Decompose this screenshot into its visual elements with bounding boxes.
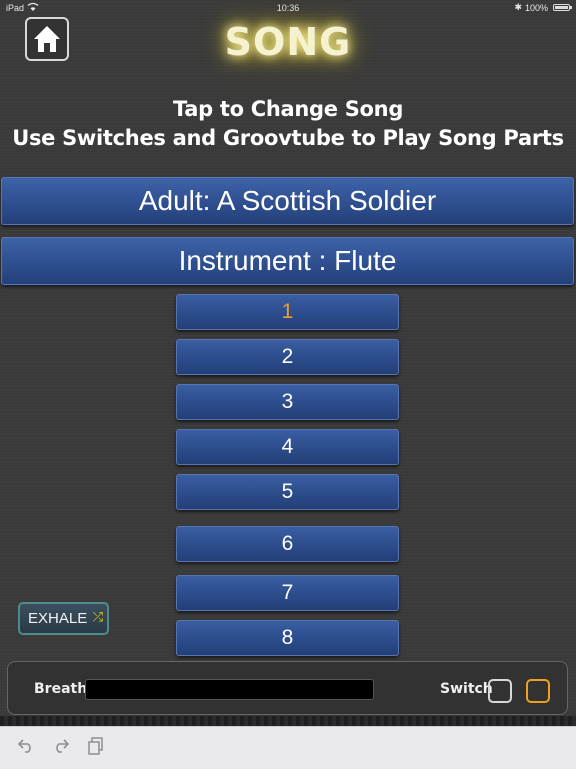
- song-part-button-2[interactable]: 2: [176, 339, 399, 375]
- exhale-label: EXHALE: [28, 610, 88, 627]
- status-bar: iPad 10:36 ✱ 100%: [0, 0, 576, 16]
- clock: 10:36: [276, 3, 300, 13]
- song-part-button-7[interactable]: 7: [176, 575, 399, 611]
- song-select-button[interactable]: Adult: A Scottish Soldier: [1, 177, 574, 225]
- redo-icon[interactable]: [52, 737, 70, 758]
- instruction-line-1: Tap to Change Song: [172, 97, 404, 121]
- page-title: SONG: [224, 20, 352, 64]
- breath-meter: [85, 679, 374, 700]
- song-part-button-1[interactable]: 1: [176, 294, 399, 330]
- song-part-button-6[interactable]: 6: [176, 526, 399, 562]
- instructions: Tap to Change Song Use Switches and Groo…: [0, 95, 576, 153]
- exhale-button[interactable]: EXHALE ⤮: [18, 602, 109, 635]
- bluetooth-icon: ✱: [514, 2, 522, 12]
- instrument-select-button[interactable]: Instrument : Flute: [1, 237, 574, 285]
- breath-label: Breath: [34, 681, 88, 697]
- song-part-button-3[interactable]: 3: [176, 384, 399, 420]
- switch-indicator-2[interactable]: [526, 679, 550, 703]
- instruction-line-2: Use Switches and Groovtube to Play Song …: [12, 126, 564, 150]
- song-part-button-4[interactable]: 4: [176, 429, 399, 465]
- song-part-button-5[interactable]: 5: [176, 474, 399, 510]
- shortcut-toolbar: [0, 726, 576, 769]
- shuffle-icon: ⤮: [92, 609, 103, 624]
- undo-icon[interactable]: [17, 737, 35, 758]
- song-part-button-8[interactable]: 8: [176, 620, 399, 656]
- paste-icon[interactable]: [88, 737, 104, 760]
- battery-percent: 100%: [524, 3, 548, 13]
- floor-strip: [0, 716, 576, 726]
- switch-label: Switch: [440, 681, 493, 697]
- switch-indicator-1[interactable]: [488, 679, 512, 703]
- battery-icon: [553, 4, 572, 11]
